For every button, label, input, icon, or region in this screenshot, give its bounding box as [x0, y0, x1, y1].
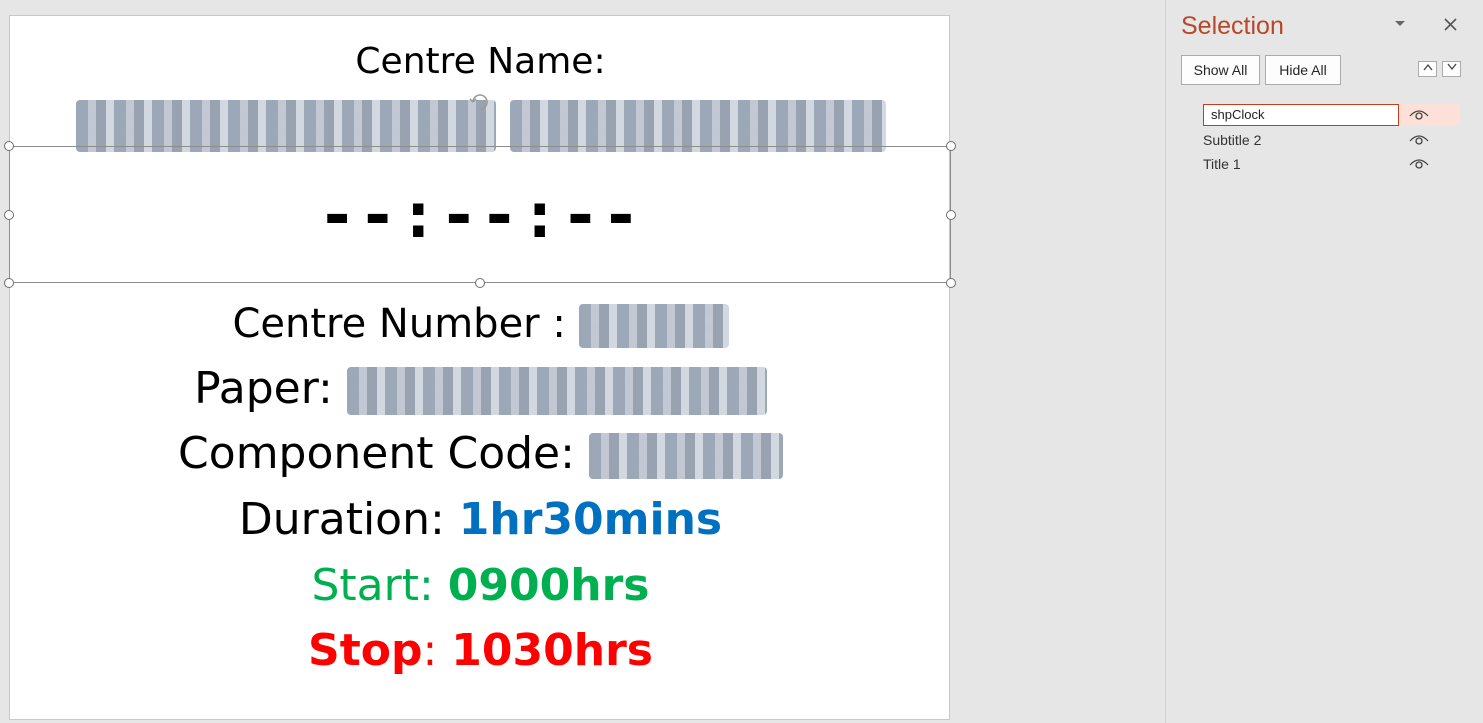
dropdown-icon[interactable]	[1394, 20, 1406, 28]
resize-handle-middle-right[interactable]	[946, 210, 956, 220]
move-up-button[interactable]	[1418, 61, 1437, 77]
duration-label: Duration:	[238, 494, 459, 545]
resize-handle-bottom-right[interactable]	[946, 278, 956, 288]
move-up-icon	[1422, 63, 1433, 71]
selection-item-shpclock[interactable]: shpClock	[1203, 104, 1460, 126]
resize-handle-middle-left[interactable]	[4, 210, 14, 220]
selection-item-label: Title 1	[1203, 156, 1241, 172]
eye-icon[interactable]	[1409, 108, 1429, 122]
component-code-label: Component Code:	[178, 428, 589, 479]
eye-icon[interactable]	[1409, 157, 1429, 171]
paper-line: Paper:	[10, 362, 951, 416]
centre-number-label: Centre Number :	[232, 301, 579, 347]
resize-handle-top-left[interactable]	[4, 141, 14, 151]
start-value: 0900hrs	[447, 560, 650, 611]
stop-line: Stop: 1030hrs	[10, 624, 951, 678]
pane-title: Selection	[1181, 12, 1284, 40]
eye-icon[interactable]	[1409, 133, 1429, 147]
centre-name-label: Centre Name:	[355, 41, 606, 82]
stop-value: 1030hrs	[451, 625, 653, 676]
duration-line: Duration: 1hr30mins	[10, 493, 951, 547]
close-icon[interactable]	[1444, 18, 1457, 31]
start-line: Start: 0900hrs	[10, 559, 951, 613]
centre-number-redacted	[578, 304, 729, 348]
stop-label: Stop	[308, 625, 423, 676]
slide-canvas[interactable]: Centre Name: Centre Number : Paper: Comp…	[9, 15, 950, 720]
stop-colon: :	[422, 625, 452, 676]
resize-handle-bottom-left[interactable]	[4, 278, 14, 288]
selection-item-title-1[interactable]: Title 1	[1203, 153, 1460, 175]
start-label: Start:	[311, 560, 448, 611]
move-down-icon	[1446, 63, 1457, 71]
resize-handle-top-right[interactable]	[946, 141, 956, 151]
rename-input[interactable]: shpClock	[1203, 104, 1399, 126]
centre-number-line: Centre Number :	[10, 299, 951, 349]
paper-redacted	[346, 367, 767, 415]
clock-display[interactable]: --:--:--	[9, 180, 951, 252]
selection-item-subtitle-2[interactable]: Subtitle 2	[1203, 129, 1460, 151]
selection-pane: Selection Show All Hide All shpClock Sub…	[1165, 0, 1483, 723]
component-code-redacted	[588, 433, 783, 479]
duration-value: 1hr30mins	[458, 494, 723, 545]
paper-label: Paper:	[194, 363, 347, 414]
rotate-handle-icon[interactable]	[468, 90, 492, 114]
move-down-button[interactable]	[1442, 61, 1461, 77]
show-all-button[interactable]: Show All	[1181, 55, 1260, 85]
selection-item-label: Subtitle 2	[1203, 132, 1262, 148]
hide-all-button[interactable]: Hide All	[1265, 55, 1341, 85]
component-code-line: Component Code:	[10, 427, 951, 481]
resize-handle-bottom-center[interactable]	[475, 278, 485, 288]
